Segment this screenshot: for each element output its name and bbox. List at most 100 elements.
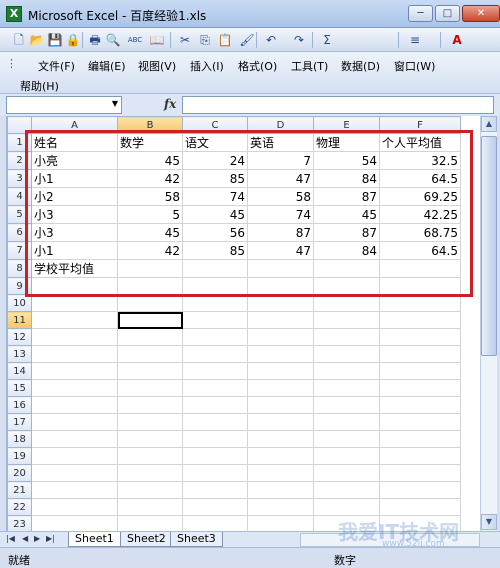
cell-f21[interactable] — [379, 481, 461, 499]
next-sheet-icon[interactable]: ▶ — [34, 534, 40, 543]
maximize-button[interactable]: □ — [435, 5, 460, 22]
cell-b13[interactable] — [117, 345, 183, 363]
row-header[interactable]: 21 — [7, 481, 32, 499]
cell-a8[interactable]: 学校平均值 — [31, 259, 118, 278]
cell-d20[interactable] — [247, 464, 314, 482]
cell-b19[interactable] — [117, 447, 183, 465]
open-icon[interactable]: 📂 — [28, 31, 46, 49]
cell-c22[interactable] — [182, 498, 248, 516]
cell-e2[interactable]: 54 — [313, 151, 380, 170]
cell-c7[interactable]: 85 — [182, 241, 248, 260]
column-header-a[interactable]: A — [31, 116, 118, 134]
cell-a2[interactable]: 小亮 — [31, 151, 118, 170]
cell-d3[interactable]: 47 — [247, 169, 314, 188]
cell-d22[interactable] — [247, 498, 314, 516]
vertical-scrollbar[interactable]: ▲ ▼ — [480, 116, 497, 531]
cell-d9[interactable] — [247, 277, 314, 295]
cell-e16[interactable] — [313, 396, 380, 414]
cell-c14[interactable] — [182, 362, 248, 380]
row-header[interactable]: 19 — [7, 447, 32, 465]
cell-e18[interactable] — [313, 430, 380, 448]
column-header-c[interactable]: C — [182, 116, 248, 134]
cell-b10[interactable] — [117, 294, 183, 312]
cell-a4[interactable]: 小2 — [31, 187, 118, 206]
row-header[interactable]: 22 — [7, 498, 32, 516]
cell-c4[interactable]: 74 — [182, 187, 248, 206]
cell-f1[interactable]: 个人平均值 — [379, 133, 461, 152]
row-header[interactable]: 8 — [7, 259, 32, 278]
tab-sheet1[interactable]: Sheet1 — [68, 532, 121, 547]
cell-e8[interactable] — [313, 259, 380, 278]
cell-f18[interactable] — [379, 430, 461, 448]
cell-b22[interactable] — [117, 498, 183, 516]
column-header-e[interactable]: E — [313, 116, 380, 134]
menu-insert[interactable]: 插入(I) — [190, 58, 224, 74]
last-sheet-icon[interactable]: ▶| — [46, 534, 55, 543]
cell-e19[interactable] — [313, 447, 380, 465]
cell-d2[interactable]: 7 — [247, 151, 314, 170]
scroll-thumb[interactable] — [481, 136, 497, 356]
cell-e6[interactable]: 87 — [313, 223, 380, 242]
cell-a7[interactable]: 小1 — [31, 241, 118, 260]
row-header[interactable]: 20 — [7, 464, 32, 482]
first-sheet-icon[interactable]: |◀ — [6, 534, 15, 543]
row-header[interactable]: 23 — [7, 515, 32, 533]
cell-b4[interactable]: 58 — [117, 187, 183, 206]
row-header[interactable]: 17 — [7, 413, 32, 431]
cell-c21[interactable] — [182, 481, 248, 499]
row-header[interactable]: 9 — [7, 277, 32, 295]
cell-e3[interactable]: 84 — [313, 169, 380, 188]
copy-icon[interactable]: ⎘ — [196, 31, 214, 49]
cell-c15[interactable] — [182, 379, 248, 397]
cell-f13[interactable] — [379, 345, 461, 363]
cell-f2[interactable]: 32.5 — [379, 151, 461, 170]
formula-input[interactable] — [182, 96, 494, 114]
cell-d19[interactable] — [247, 447, 314, 465]
permission-icon[interactable]: 🔒 — [64, 31, 82, 49]
cell-c5[interactable]: 45 — [182, 205, 248, 224]
cell-d7[interactable]: 47 — [247, 241, 314, 260]
cell-e1[interactable]: 物理 — [313, 133, 380, 152]
prev-sheet-icon[interactable]: ◀ — [22, 534, 28, 543]
menu-help[interactable]: 帮助(H) — [20, 78, 59, 94]
cell-a17[interactable] — [31, 413, 118, 431]
cell-e9[interactable] — [313, 277, 380, 295]
cell-c10[interactable] — [182, 294, 248, 312]
cell-e4[interactable]: 87 — [313, 187, 380, 206]
cell-d4[interactable]: 58 — [247, 187, 314, 206]
cell-a16[interactable] — [31, 396, 118, 414]
cell-a10[interactable] — [31, 294, 118, 312]
cell-f8[interactable] — [379, 259, 461, 278]
row-header[interactable]: 2 — [7, 151, 32, 170]
preview-icon[interactable]: 🔍 — [104, 31, 122, 49]
cell-d14[interactable] — [247, 362, 314, 380]
row-header[interactable]: 6 — [7, 223, 32, 242]
menu-view[interactable]: 视图(V) — [138, 58, 176, 74]
cell-a22[interactable] — [31, 498, 118, 516]
cell-c1[interactable]: 语文 — [182, 133, 248, 152]
cell-b20[interactable] — [117, 464, 183, 482]
cell-f12[interactable] — [379, 328, 461, 346]
cell-b11[interactable] — [117, 311, 183, 329]
cell-f10[interactable] — [379, 294, 461, 312]
cell-e21[interactable] — [313, 481, 380, 499]
cell-b6[interactable]: 45 — [117, 223, 183, 242]
cell-c2[interactable]: 24 — [182, 151, 248, 170]
row-header[interactable]: 7 — [7, 241, 32, 260]
scroll-down-icon[interactable]: ▼ — [481, 514, 497, 530]
cell-b2[interactable]: 45 — [117, 151, 183, 170]
undo-icon[interactable]: ↶ — [262, 31, 280, 49]
row-header[interactable]: 11 — [7, 311, 32, 329]
tab-sheet3[interactable]: Sheet3 — [170, 532, 223, 547]
cell-f16[interactable] — [379, 396, 461, 414]
cell-a3[interactable]: 小1 — [31, 169, 118, 188]
align-icon[interactable]: ≡ — [406, 31, 424, 49]
spelling-icon[interactable]: ABC — [126, 31, 144, 49]
cell-f22[interactable] — [379, 498, 461, 516]
cell-a1[interactable]: 姓名 — [31, 133, 118, 152]
cell-d11[interactable] — [247, 311, 314, 329]
row-header[interactable]: 1 — [7, 133, 32, 152]
cell-b18[interactable] — [117, 430, 183, 448]
cell-c11[interactable] — [182, 311, 248, 329]
cell-d21[interactable] — [247, 481, 314, 499]
